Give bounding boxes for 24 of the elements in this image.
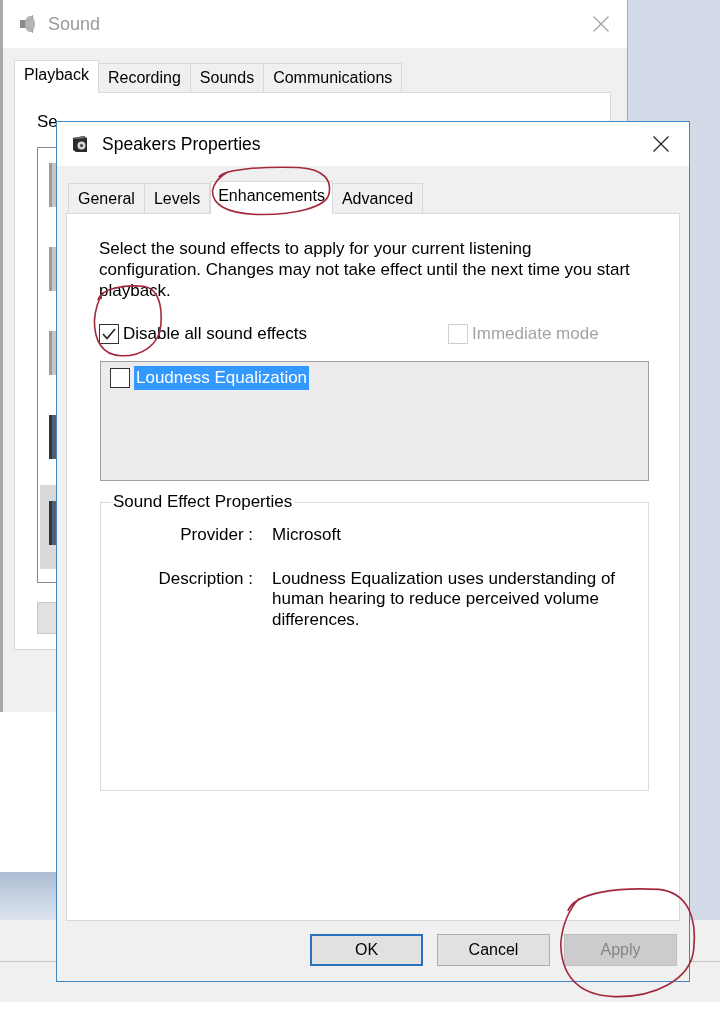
checkbox-label: Immediate mode [472,324,599,344]
close-icon [593,16,609,32]
field-label: Provider : [179,525,253,546]
instruction-text: Se [37,112,58,132]
window-title: Sound [48,12,101,36]
field-label: Description : [157,568,253,590]
checkbox[interactable] [99,324,119,344]
checkmark-icon [102,328,116,340]
field-value: Loudness Equalization uses understanding of human hearing to reduce perceived volume differences. [272,568,617,630]
field-value: Microsoft [272,525,342,546]
tab[interactable]: Communications [263,63,403,92]
speaker-icon [18,14,36,34]
window-title: Speakers Properties [102,132,261,156]
close-icon [653,136,669,152]
tab[interactable]: Levels [143,183,211,213]
checkbox[interactable] [110,368,130,388]
group-title: Sound Effect Properties [112,492,294,512]
tab[interactable]: General [68,183,145,213]
tab[interactable]: Advanced [331,183,424,213]
speaker-icon [72,135,88,153]
dialog-button[interactable]: OK [310,934,423,966]
dialog-button[interactable]: Cancel [437,934,550,966]
tab[interactable]: Playback [14,60,99,93]
tab[interactable]: Enhancements [210,181,333,214]
